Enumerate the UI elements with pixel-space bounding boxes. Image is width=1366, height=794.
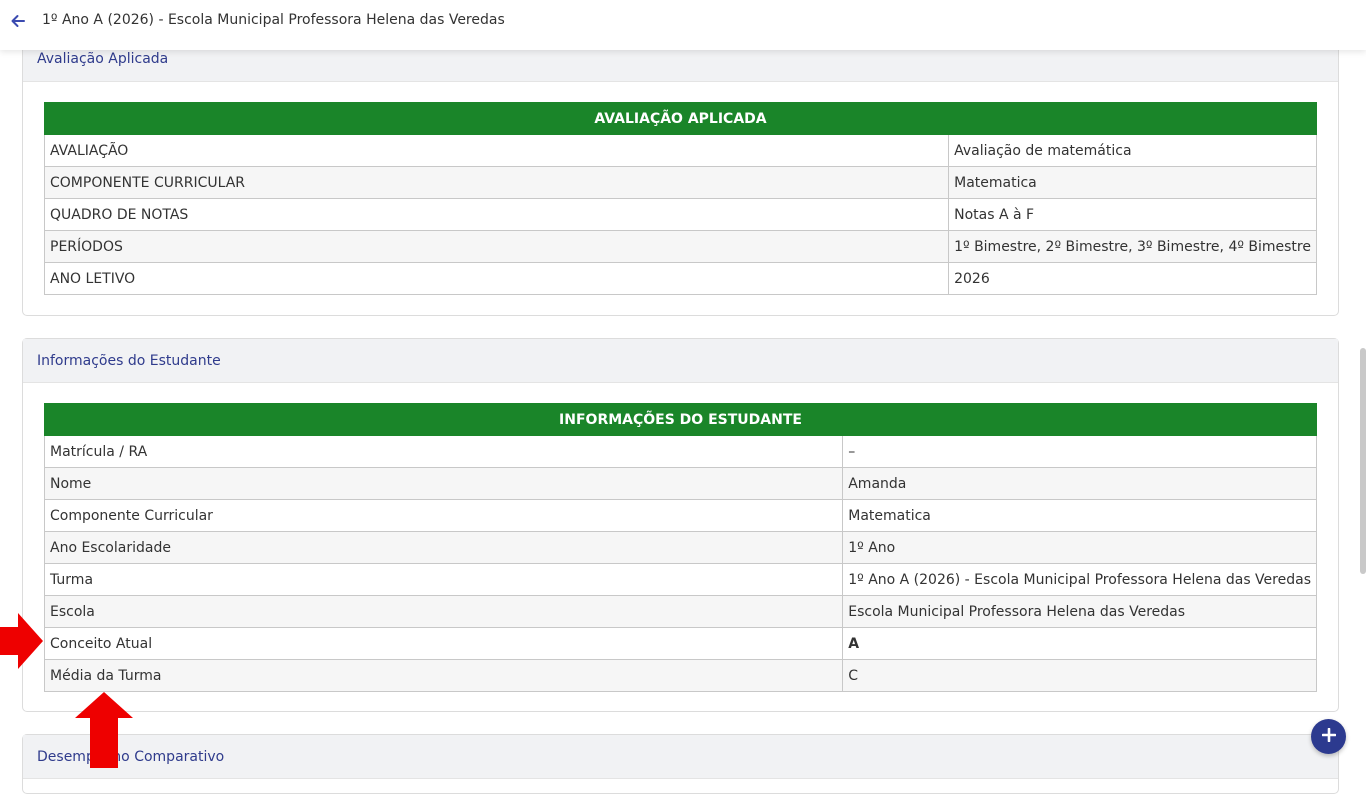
arrow-left-icon[interactable] bbox=[9, 12, 27, 30]
table-row: Média da Turma C bbox=[43, 659, 1317, 692]
row-label: ANO LETIVO bbox=[43, 262, 950, 295]
row-label: Matrícula / RA bbox=[43, 435, 844, 468]
table-row: Nome Amanda bbox=[43, 467, 1317, 500]
avaliacao-table: AVALIAÇÃO APLICADA AVALIAÇÃO Avaliação de… bbox=[43, 102, 1317, 295]
media-turma-value: C bbox=[842, 659, 1317, 692]
table-row: Turma 1º Ano A (2026) - Escola Municipal … bbox=[43, 563, 1317, 596]
table-row: Ano Escolaridade 1º Ano bbox=[43, 531, 1317, 564]
row-value: 1º Ano A (2026) - Escola Municipal Profe… bbox=[842, 563, 1317, 596]
desempenho-comparativo-card: Desempenho Comparativo bbox=[22, 734, 1339, 794]
table-row: Componente Curricular Matematica bbox=[43, 499, 1317, 532]
row-label: COMPONENTE CURRICULAR bbox=[43, 166, 950, 199]
annotation-arrow-up-icon bbox=[75, 692, 133, 768]
table-row: QUADRO DE NOTAS Notas A à F bbox=[43, 198, 1317, 231]
table-row: AVALIAÇÃO Avaliação de matemática bbox=[43, 134, 1317, 167]
row-label: QUADRO DE NOTAS bbox=[43, 198, 950, 231]
row-value: 2026 bbox=[948, 262, 1317, 295]
table-row: Matrícula / RA – bbox=[43, 435, 1317, 468]
plus-icon bbox=[1321, 727, 1336, 746]
table-row: Escola Escola Municipal Professora Helena… bbox=[43, 595, 1317, 628]
row-label: Nome bbox=[43, 467, 844, 500]
table-title-avaliacao: AVALIAÇÃO APLICADA bbox=[44, 102, 1317, 135]
table-row: Conceito Atual A bbox=[43, 627, 1317, 660]
row-value: 1º Ano bbox=[842, 531, 1317, 564]
conceito-atual-value: A bbox=[842, 627, 1317, 660]
row-value: 1º Bimestre, 2º Bimestre, 3º Bimestre, 4… bbox=[948, 230, 1317, 263]
row-label: PERÍODOS bbox=[43, 230, 950, 263]
table-row: ANO LETIVO 2026 bbox=[43, 262, 1317, 295]
row-label: Escola bbox=[43, 595, 844, 628]
row-label: Componente Curricular bbox=[43, 499, 844, 532]
row-label: Média da Turma bbox=[43, 659, 844, 692]
row-label: Conceito Atual bbox=[43, 627, 844, 660]
estudante-table: INFORMAÇÕES DO ESTUDANTE Matrícula / RA –… bbox=[43, 403, 1317, 692]
table-row: PERÍODOS 1º Bimestre, 2º Bimestre, 3º Bim… bbox=[43, 230, 1317, 263]
row-value: Matematica bbox=[842, 499, 1317, 532]
row-value: – bbox=[842, 435, 1317, 468]
informacoes-estudante-card: Informações do Estudante INFORMAÇÕES DO … bbox=[22, 338, 1339, 712]
row-label: AVALIAÇÃO bbox=[43, 134, 950, 167]
row-label: Ano Escolaridade bbox=[43, 531, 844, 564]
table-title-estudante: INFORMAÇÕES DO ESTUDANTE bbox=[44, 403, 1317, 436]
scrollbar-thumb[interactable] bbox=[1360, 348, 1366, 574]
row-value: Avaliação de matemática bbox=[948, 134, 1317, 167]
row-value: Notas A à F bbox=[948, 198, 1317, 231]
row-label: Turma bbox=[43, 563, 844, 596]
top-bar: 1º Ano A (2026) - Escola Municipal Profe… bbox=[0, 0, 1366, 50]
row-value: Escola Municipal Professora Helena das V… bbox=[842, 595, 1317, 628]
table-row: COMPONENTE CURRICULAR Matematica bbox=[43, 166, 1317, 199]
add-floating-button[interactable] bbox=[1311, 719, 1346, 754]
card-header-desempenho: Desempenho Comparativo bbox=[23, 735, 1338, 779]
card-title-avaliacao: Avaliação Aplicada bbox=[37, 51, 169, 67]
page-title: 1º Ano A (2026) - Escola Municipal Profe… bbox=[42, 12, 505, 28]
annotation-arrow-right-icon bbox=[0, 613, 43, 669]
card-header-estudante: Informações do Estudante bbox=[23, 339, 1338, 383]
avaliacao-aplicada-card: Avaliação Aplicada AVALIAÇÃO APLICADA AV… bbox=[22, 36, 1339, 316]
card-title-estudante: Informações do Estudante bbox=[37, 352, 221, 369]
row-value: Matematica bbox=[948, 166, 1317, 199]
row-value: Amanda bbox=[842, 467, 1317, 500]
